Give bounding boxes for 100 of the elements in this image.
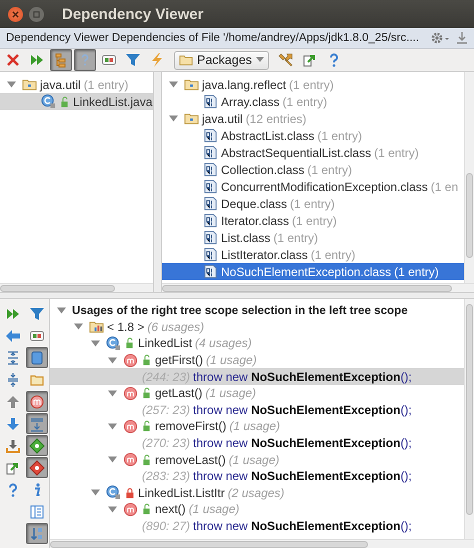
tree-layout-button[interactable]: [50, 49, 72, 71]
scrollbar-thumb[interactable]: [466, 304, 473, 515]
entry-count: (1 entry): [394, 264, 439, 278]
usage-count: (1 usage): [229, 419, 280, 434]
collapse-arrow-icon[interactable]: [108, 356, 117, 365]
library-icon: [89, 319, 104, 334]
minimize-button[interactable]: [29, 6, 44, 22]
tree-row[interactable]: java.util (12 entries): [162, 110, 464, 127]
align-button[interactable]: [26, 413, 48, 434]
tree-row[interactable]: Deque.class (1 entry): [162, 195, 464, 212]
tree-row[interactable]: < 1.8 > (6 usages): [50, 318, 464, 336]
method-name: getLast(): [155, 386, 202, 400]
tree-row[interactable]: (257: 23) throw new NoSuchElementException();: [50, 402, 464, 418]
class-file-icon: [203, 196, 218, 211]
align-icon: [29, 416, 45, 432]
method-button[interactable]: [26, 391, 48, 412]
tree-row[interactable]: AbstractList.class (1 entry): [162, 127, 464, 144]
diamond-button[interactable]: [26, 457, 48, 478]
file-name: NoSuchElementException.class: [221, 264, 392, 278]
tree-row[interactable]: ListIterator.class (1 entry): [162, 246, 464, 263]
collapse-arrow-icon[interactable]: [57, 306, 66, 315]
method-icon: [123, 386, 138, 401]
collapse-arrow-icon[interactable]: [74, 322, 83, 332]
tree-row[interactable]: AbstractSequentialList.class (1 entry): [162, 144, 464, 161]
tree-row[interactable]: (283: 23) throw new NoSuchElementException();: [50, 468, 464, 485]
folder-icon: [179, 53, 193, 67]
collapse-arrow-icon[interactable]: [169, 80, 178, 89]
tree-row[interactable]: LinkedList.ListItr (2 usages): [50, 484, 464, 502]
help-button[interactable]: [74, 49, 96, 71]
close-icon: [12, 10, 19, 18]
entry-count: (1 entry): [292, 214, 337, 228]
collapse-arrow-icon[interactable]: [108, 388, 117, 398]
collapse-arrow-icon[interactable]: [108, 422, 117, 431]
export-icon: [302, 52, 318, 68]
left-arrow-icon: [5, 328, 21, 344]
method-icon: [123, 452, 138, 468]
panel-title: Dependency Viewer Dependencies of File '/home/andrey/Apps/jdk1.8.0_25/src....: [6, 32, 420, 44]
tree-row[interactable]: java.lang.reflect (1 entry): [162, 76, 464, 93]
file-name: LinkedList.java: [73, 94, 152, 108]
tree-row[interactable]: (270: 23) throw new NoSuchElementException();: [50, 434, 464, 452]
file-name: Array.class: [221, 94, 280, 108]
arrow-to-line-icon[interactable]: [456, 31, 468, 45]
scrollbar-thumb[interactable]: [466, 173, 473, 258]
collapse-arrow-icon[interactable]: [108, 504, 117, 514]
tree-row[interactable]: Usages of the right tree scope selection in the left tree scope: [50, 302, 464, 319]
close-button[interactable]: [8, 6, 23, 22]
collapse-arrow-icon[interactable]: [108, 455, 117, 464]
tree-row[interactable]: Iterator.class (1 entry): [162, 212, 464, 229]
module-name: < 1.8 >: [107, 320, 144, 334]
diamond-button[interactable]: [26, 435, 48, 456]
scrollbar-thumb[interactable]: [0, 285, 115, 292]
tree-row[interactable]: Collection.class (1 entry): [162, 161, 464, 178]
collapse-arrow-icon[interactable]: [7, 80, 16, 89]
tree-row[interactable]: removeLast() (1 usage): [50, 451, 464, 468]
tree-row[interactable]: next() (1 usage): [50, 501, 464, 518]
file-name: AbstractSequentialList.class: [221, 146, 372, 160]
tree-row[interactable]: ConcurrentModificationException.class (1 en: [162, 178, 464, 195]
scope-dropdown[interactable]: Packages: [174, 50, 269, 70]
tree-row[interactable]: NoSuchElementException.class (1 entry): [162, 263, 464, 280]
file-name: Collection.class: [221, 162, 304, 176]
class-icon: [41, 94, 56, 109]
method-name: next(): [155, 502, 186, 516]
method-icon: [123, 352, 138, 368]
tree-row[interactable]: (890: 27) throw new NoSuchElementException();: [50, 518, 464, 534]
filter-icon: [125, 52, 141, 68]
tree-row[interactable]: removeFirst() (1 usage): [50, 418, 464, 435]
file-name: Deque.class: [221, 196, 288, 210]
entry-count: (1 entry): [374, 146, 419, 160]
tree-row[interactable]: LinkedList (4 usages): [50, 335, 464, 352]
settings-icon[interactable]: [430, 31, 450, 45]
minimize-icon: [33, 10, 40, 18]
class-file-icon: [203, 264, 218, 279]
tree-row[interactable]: Array.class (1 entry): [162, 93, 464, 110]
scrollbar-thumb[interactable]: [162, 285, 452, 292]
collapse-arrow-icon[interactable]: [91, 488, 100, 498]
scrollbar-thumb[interactable]: [50, 541, 368, 548]
wrench-icon: [278, 52, 294, 68]
tree-row[interactable]: java.util (1 entry): [0, 76, 153, 93]
collapse-arrow-icon[interactable]: [169, 114, 178, 123]
usage-count: (1 usage): [206, 353, 257, 368]
method-name: removeFirst(): [155, 419, 226, 434]
method-icon: [123, 418, 138, 434]
tree-row[interactable]: getLast() (1 usage): [50, 384, 464, 402]
folder-icon: [184, 111, 199, 126]
close-icon: [5, 52, 21, 68]
sort-button[interactable]: [26, 523, 48, 544]
tree-row[interactable]: getFirst() (1 usage): [50, 352, 464, 368]
entry-count: (1 entry): [290, 196, 335, 210]
square-button[interactable]: [26, 347, 48, 368]
method-icon: [123, 502, 138, 517]
tree-row[interactable]: List.class (1 entry): [162, 229, 464, 246]
entry-count: (1 entry): [307, 162, 352, 176]
entry-count: (1 en: [430, 180, 458, 194]
collapse-arrow-icon[interactable]: [91, 338, 100, 348]
package-name: java.util: [40, 78, 81, 92]
usage-count: (4 usages): [195, 336, 252, 350]
code-line: throw new NoSuchElementException();: [193, 436, 412, 450]
tree-row[interactable]: LinkedList.java: [0, 93, 153, 110]
line-location: (283: 23): [142, 469, 190, 484]
class-file-icon: [203, 230, 218, 245]
